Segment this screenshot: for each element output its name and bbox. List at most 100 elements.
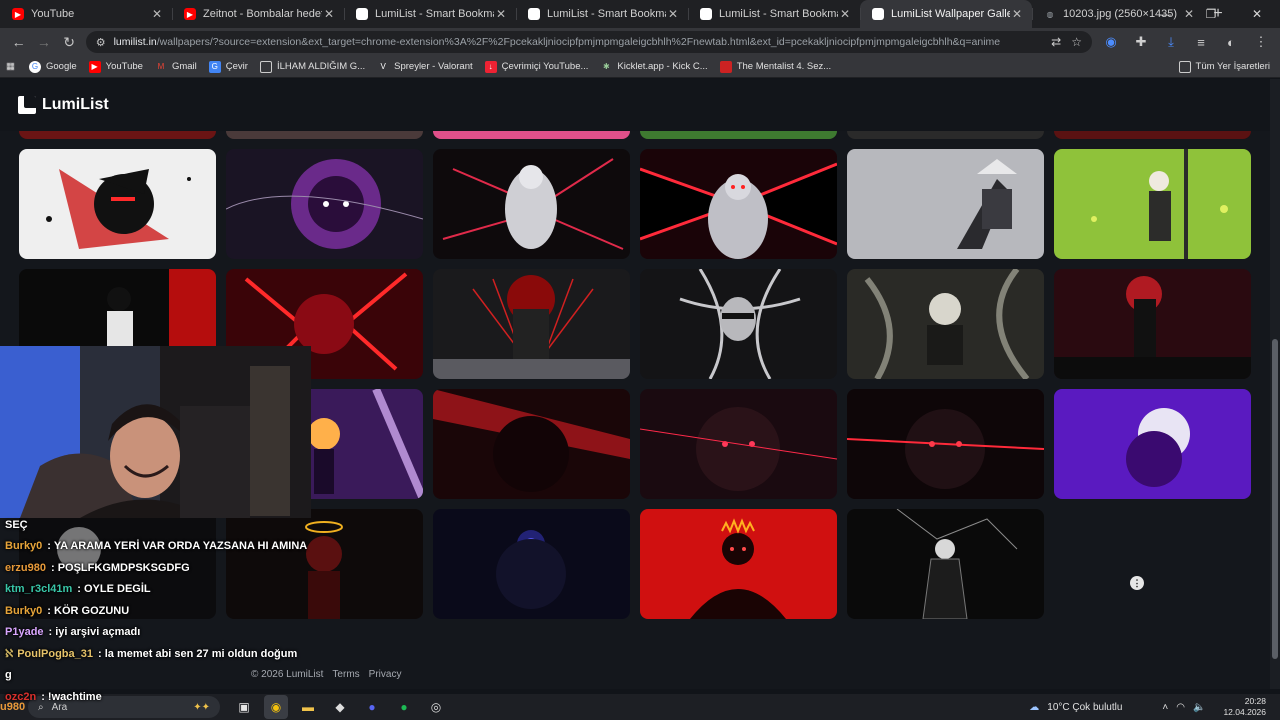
- wallpaper-tile[interactable]: [640, 149, 837, 259]
- wallpaper-tile[interactable]: [640, 269, 837, 379]
- site-info-icon[interactable]: ⚙: [96, 36, 106, 49]
- footer-terms-link[interactable]: Terms: [332, 669, 359, 680]
- menu-icon[interactable]: ⋮: [1248, 29, 1274, 55]
- extensions-puzzle-icon[interactable]: ✚: [1128, 29, 1154, 55]
- bookmark-mentalist[interactable]: The Mentalist 4. Sez...: [719, 60, 831, 73]
- url-host: lumilist.in: [113, 36, 157, 48]
- tab-lumilist-3[interactable]: LumiList - Smart Bookmark Ma ✕: [688, 0, 860, 28]
- chat-line: erzu980: POŞLFKGMDPSKSGDFG: [0, 557, 320, 579]
- wallpaper-tile[interactable]: [1054, 269, 1251, 379]
- bookmark-label: Tüm Yer İşaretleri: [1195, 61, 1270, 72]
- close-icon[interactable]: ✕: [322, 7, 336, 21]
- network-icon[interactable]: ◠: [1176, 702, 1185, 713]
- tray-arrow-icon[interactable]: ˄: [1162, 702, 1168, 713]
- discord-icon[interactable]: ●: [360, 695, 384, 719]
- all-bookmarks[interactable]: Tüm Yer İşaretleri: [1178, 60, 1270, 73]
- wallpaper-tile[interactable]: [433, 149, 630, 259]
- wallpaper-tile[interactable]: [640, 389, 837, 499]
- app-icon[interactable]: ◆: [328, 695, 352, 719]
- wallpaper-tile[interactable]: [433, 269, 630, 379]
- bookmark-label: İLHAM ALDIĞIM G...: [276, 61, 366, 72]
- tab-lumilist-1[interactable]: LumiList - Smart Bookmark Ma ✕: [344, 0, 516, 28]
- restore-icon[interactable]: ❐: [1188, 0, 1234, 28]
- wallpaper-tile[interactable]: [19, 149, 216, 259]
- chat-message: : KÖR GOZUNU: [47, 604, 130, 617]
- close-icon[interactable]: ✕: [150, 7, 164, 21]
- tab-youtube[interactable]: ▶ YouTube ✕: [0, 0, 172, 28]
- close-icon[interactable]: ✕: [494, 7, 508, 21]
- chat-line: P1yade: iyi arşivi açmadı: [0, 622, 320, 644]
- obs-icon[interactable]: ◎: [424, 695, 448, 719]
- youtube-icon: ▶: [12, 8, 24, 20]
- bookmark-label: Gmail: [171, 61, 197, 72]
- extensions-area: ◉ ✚ ⤓ ≡ ◐ ⋮: [1098, 29, 1274, 55]
- tab-title: LumiList - Smart Bookmark Ma: [719, 8, 838, 20]
- tab-zeitnot[interactable]: ▶ Zeitnot - Bombalar hedef bulur ✕: [172, 0, 344, 28]
- bookmark-star-icon[interactable]: ☆: [1071, 35, 1082, 49]
- minimize-icon[interactable]: —: [1142, 0, 1188, 28]
- close-icon[interactable]: ✕: [666, 7, 680, 21]
- reload-icon[interactable]: ↻: [56, 29, 81, 55]
- bookmark-cevir[interactable]: G Çevir: [208, 60, 248, 73]
- wallpaper-tile[interactable]: [433, 389, 630, 499]
- lumilist-icon: [356, 8, 368, 20]
- weather-widget[interactable]: ☁ 10°C Çok bulutlu: [1029, 702, 1122, 713]
- url-path: /wallpapers/?source=extension&ext_target…: [156, 36, 1001, 48]
- bookmark-valorant[interactable]: V Spreyler - Valorant: [377, 61, 473, 73]
- close-window-icon[interactable]: ✕: [1234, 0, 1280, 28]
- chat-message: : YA ARAMA YERİ VAR ORDA YAZSANA HI AMIN…: [47, 540, 308, 553]
- media-icon[interactable]: ≡: [1188, 29, 1214, 55]
- wallpaper-tile[interactable]: [1054, 149, 1251, 259]
- footer-privacy-link[interactable]: Privacy: [369, 669, 402, 680]
- wallpaper-tile[interactable]: [847, 389, 1044, 499]
- site-logo[interactable]: LumiList: [42, 96, 109, 114]
- chat-username: ktm_r3cl41m: [5, 583, 73, 596]
- wallpaper-tile[interactable]: [847, 509, 1044, 619]
- lumilist-icon: [872, 8, 884, 20]
- chat-line: Burky0 : KÖR GOZUNU: [0, 600, 320, 622]
- download-icon[interactable]: ⤓: [1158, 29, 1184, 55]
- lumilist-icon: [528, 8, 540, 20]
- tab-title: LumiList Wallpaper Gallery: [891, 8, 1010, 20]
- page-scrollbar[interactable]: [1270, 79, 1280, 689]
- wallpaper-tile[interactable]: [1054, 389, 1251, 499]
- translate-icon[interactable]: ⇄: [1051, 35, 1061, 49]
- chat-message: g: [5, 669, 12, 682]
- chat-line: SEÇ: [0, 514, 320, 536]
- bookmark-youtube[interactable]: ▶ YouTube: [88, 60, 143, 73]
- chat-username: Burky0: [5, 604, 43, 617]
- tab-strip: ▶ YouTube ✕ ▶ Zeitnot - Bombalar hedef b…: [0, 0, 1280, 28]
- bookmark-kicklet[interactable]: ✱ Kicklet.app - Kick C...: [600, 61, 708, 73]
- info-float-icon[interactable]: ⋮: [1130, 576, 1144, 590]
- bookmark-google[interactable]: G Google: [28, 60, 77, 73]
- apps-icon[interactable]: ▦: [6, 61, 15, 72]
- bookmark-label: Spreyler - Valorant: [394, 61, 473, 72]
- close-icon[interactable]: ✕: [838, 7, 852, 21]
- bookmark-youtube-dl[interactable]: ↓ Çevrimiçi YouTube...: [484, 60, 588, 73]
- clock[interactable]: 20:28 12.04.2026: [1223, 696, 1266, 718]
- close-icon[interactable]: ✕: [1010, 7, 1024, 21]
- tab-lumilist-2[interactable]: LumiList - Smart Bookmark Ma ✕: [516, 0, 688, 28]
- google-icon: G: [28, 60, 41, 73]
- audio-extension-icon[interactable]: ◉: [1098, 29, 1124, 55]
- system-tray: ☁ 10°C Çok bulutlu ˄ ◠ 🔈 20:28 12.04.202…: [1029, 696, 1280, 718]
- wallpaper-tile[interactable]: [226, 149, 423, 259]
- cloud-icon: ☁: [1029, 701, 1040, 713]
- folder-icon: [1178, 60, 1191, 73]
- forward-icon[interactable]: →: [31, 29, 56, 55]
- profile-icon[interactable]: ◐: [1218, 29, 1244, 55]
- tab-title: Zeitnot - Bombalar hedef bulur: [203, 8, 322, 20]
- volume-icon[interactable]: 🔈: [1193, 702, 1205, 713]
- back-icon[interactable]: ←: [6, 29, 31, 55]
- wallpaper-tile[interactable]: [433, 509, 630, 619]
- wallpaper-tile[interactable]: [847, 269, 1044, 379]
- tab-wallpaper-gallery[interactable]: LumiList Wallpaper Gallery ✕: [860, 0, 1032, 28]
- wallpaper-tile[interactable]: [640, 509, 837, 619]
- bookmark-gmail[interactable]: M Gmail: [155, 61, 197, 73]
- spotify-icon[interactable]: ●: [392, 695, 416, 719]
- wallpaper-tile[interactable]: [847, 149, 1044, 259]
- tab-title: LumiList - Smart Bookmark Ma: [375, 8, 494, 20]
- address-bar[interactable]: ⚙ lumilist.in /wallpapers/?source=extens…: [85, 31, 1092, 53]
- scrollbar-thumb[interactable]: [1272, 339, 1278, 659]
- bookmark-folder[interactable]: İLHAM ALDIĞIM G...: [259, 60, 366, 73]
